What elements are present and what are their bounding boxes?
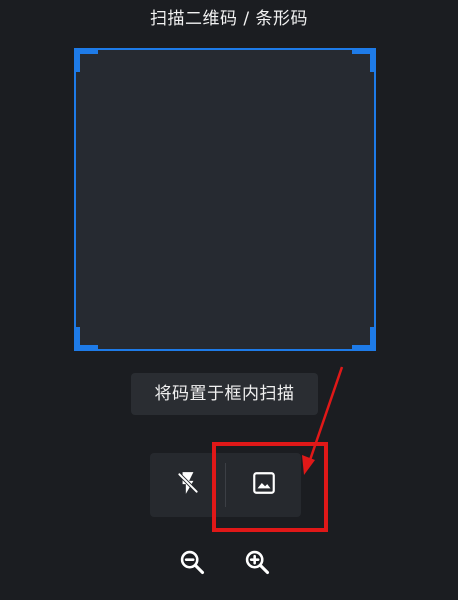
scan-viewfinder	[74, 48, 376, 351]
zoom-in-button[interactable]	[241, 548, 273, 580]
scan-hint: 将码置于框内扫描	[131, 373, 318, 415]
viewfinder-corner-top-right	[352, 48, 376, 72]
zoom-out-icon	[178, 548, 206, 580]
annotation-highlight-box	[212, 442, 328, 532]
scan-screen: 扫描二维码 / 条形码 将码置于框内扫描	[0, 0, 458, 600]
zoom-in-icon	[243, 548, 271, 580]
flash-off-icon	[175, 470, 201, 500]
viewfinder-corner-bottom-right	[352, 327, 376, 351]
zoom-out-button[interactable]	[176, 548, 208, 580]
page-title: 扫描二维码 / 条形码	[149, 9, 309, 29]
viewfinder-corner-top-left	[74, 48, 98, 72]
viewfinder-corner-bottom-left	[74, 327, 98, 351]
